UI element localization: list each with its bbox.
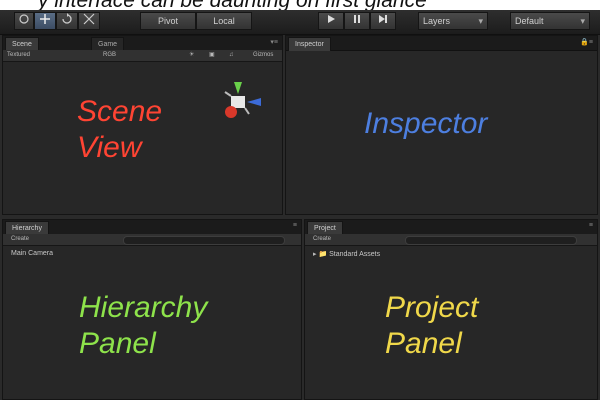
scene-tab-label: Scene: [12, 41, 32, 48]
list-item[interactable]: Main Camera: [11, 250, 53, 257]
project-label-line2: Panel: [385, 327, 462, 360]
play-icon: [328, 15, 335, 23]
inspector-panel: Inspector 🔒≡ Inspector: [285, 35, 598, 215]
chevron-down-icon: ▾: [580, 16, 585, 26]
scene-label-line2: View: [77, 131, 142, 164]
inspector-label: Inspector: [364, 107, 488, 140]
hierarchy-panel: Hierarchy ≡ Create Main Camera Hierarchy…: [2, 219, 302, 400]
layers-dropdown[interactable]: Layers ▾: [418, 12, 488, 30]
move-tool-button[interactable]: [34, 12, 56, 30]
step-button[interactable]: [370, 12, 396, 30]
scene-label-line1: Scene: [77, 95, 163, 128]
transform-tools: [14, 12, 100, 30]
hierarchy-tab-label: Hierarchy: [12, 225, 42, 232]
game-tab-label: Game: [98, 41, 118, 48]
gizmo-z-axis: [247, 98, 261, 106]
panel-menu-icon[interactable]: ≡: [293, 222, 297, 229]
project-create-dropdown[interactable]: Create: [313, 234, 331, 245]
play-button[interactable]: [318, 12, 344, 30]
layout-label: Default: [515, 16, 544, 26]
layers-label: Layers: [423, 16, 451, 26]
scene-orientation-gizmo[interactable]: [215, 74, 275, 132]
hierarchy-create-dropdown[interactable]: Create: [11, 234, 29, 245]
rotate-icon: [62, 13, 72, 24]
scene-view-label: Scene View: [77, 94, 162, 166]
caption-text: y interface can be daunting on first gla…: [38, 0, 427, 10]
hierarchy-tabbar: Hierarchy ≡: [3, 220, 301, 235]
panel-menu-icon[interactable]: 🔒≡: [580, 38, 593, 46]
pivot-toggle[interactable]: Pivot: [140, 12, 196, 30]
hierarchy-label-line1: Hierarchy: [79, 291, 208, 324]
render-mode-dropdown[interactable]: RGB: [103, 50, 116, 61]
tab-project[interactable]: Project: [307, 221, 343, 235]
scale-icon: [83, 13, 95, 25]
layout-dropdown[interactable]: Default ▾: [510, 12, 590, 30]
scene-panel: Scene Game ▾≡ Textured RGB ☀ ▣ ♫ Gizmos …: [2, 35, 283, 215]
chevron-down-icon: ▾: [478, 16, 483, 26]
hierarchy-label-line2: Panel: [79, 327, 156, 360]
local-label: Local: [213, 16, 235, 26]
rotate-tool-button[interactable]: [56, 12, 78, 30]
pivot-group: Pivot Local: [140, 12, 252, 30]
project-label-line1: Project: [385, 291, 479, 324]
move-icon: [40, 14, 50, 24]
caption-strip: y interface can be daunting on first gla…: [0, 0, 600, 10]
pause-button[interactable]: [344, 12, 370, 30]
inspector-tab-label: Inspector: [295, 41, 324, 48]
pivot-label: Pivot: [157, 16, 178, 26]
tab-scene[interactable]: Scene: [5, 37, 39, 51]
hierarchy-search-input[interactable]: [123, 236, 285, 245]
project-panel: Project ≡ Create ▸ 📁 Standard Assets Pro…: [304, 219, 598, 400]
tab-game[interactable]: Game: [91, 37, 125, 51]
project-tab-label: Project: [314, 225, 336, 232]
layers-dropdown-group: Layers ▾: [418, 12, 488, 30]
hierarchy-panel-label: Hierarchy Panel: [79, 290, 207, 362]
scale-tool-button[interactable]: [78, 12, 100, 30]
panel-menu-icon[interactable]: ▾≡: [270, 38, 278, 46]
gizmo-y-axis: [234, 82, 242, 94]
local-toggle[interactable]: Local: [196, 12, 252, 30]
hierarchy-control-bar: Create: [3, 234, 301, 246]
hand-tool-button[interactable]: [14, 12, 34, 30]
layout-dropdown-group: Default ▾: [510, 12, 590, 30]
folder-icon: ▸ 📁: [313, 251, 328, 258]
project-control-bar: Create: [305, 234, 597, 246]
tab-inspector[interactable]: Inspector: [288, 37, 331, 51]
lighting-toggle-icon[interactable]: ☀: [189, 50, 194, 61]
project-search-input[interactable]: [405, 236, 577, 245]
project-tabbar: Project ≡: [305, 220, 597, 235]
gizmos-dropdown[interactable]: Gizmos: [253, 50, 273, 61]
project-panel-label: Project Panel: [385, 290, 478, 362]
gizmo-cube: [231, 96, 245, 108]
scene-tabbar: Scene Game ▾≡: [3, 36, 282, 51]
gizmo-x-axis: [225, 106, 237, 118]
panel-menu-icon[interactable]: ≡: [589, 222, 593, 229]
pause-icon: [354, 15, 360, 23]
tab-hierarchy[interactable]: Hierarchy: [5, 221, 49, 235]
inspector-tabbar: Inspector 🔒≡: [286, 36, 597, 51]
list-item[interactable]: ▸ 📁 Standard Assets: [313, 250, 380, 258]
scene-control-bar: Textured RGB ☀ ▣ ♫ Gizmos: [3, 50, 282, 62]
playback-controls: [318, 12, 396, 30]
shading-dropdown[interactable]: Textured: [7, 50, 30, 61]
audio-toggle-icon[interactable]: ♫: [229, 50, 234, 61]
main-toolbar: Pivot Local Layers ▾ Default ▾: [0, 10, 600, 35]
folder-label: Standard Assets: [329, 251, 381, 258]
hand-icon: [19, 14, 29, 24]
image-toggle-icon[interactable]: ▣: [209, 50, 215, 61]
step-icon: [379, 15, 387, 23]
